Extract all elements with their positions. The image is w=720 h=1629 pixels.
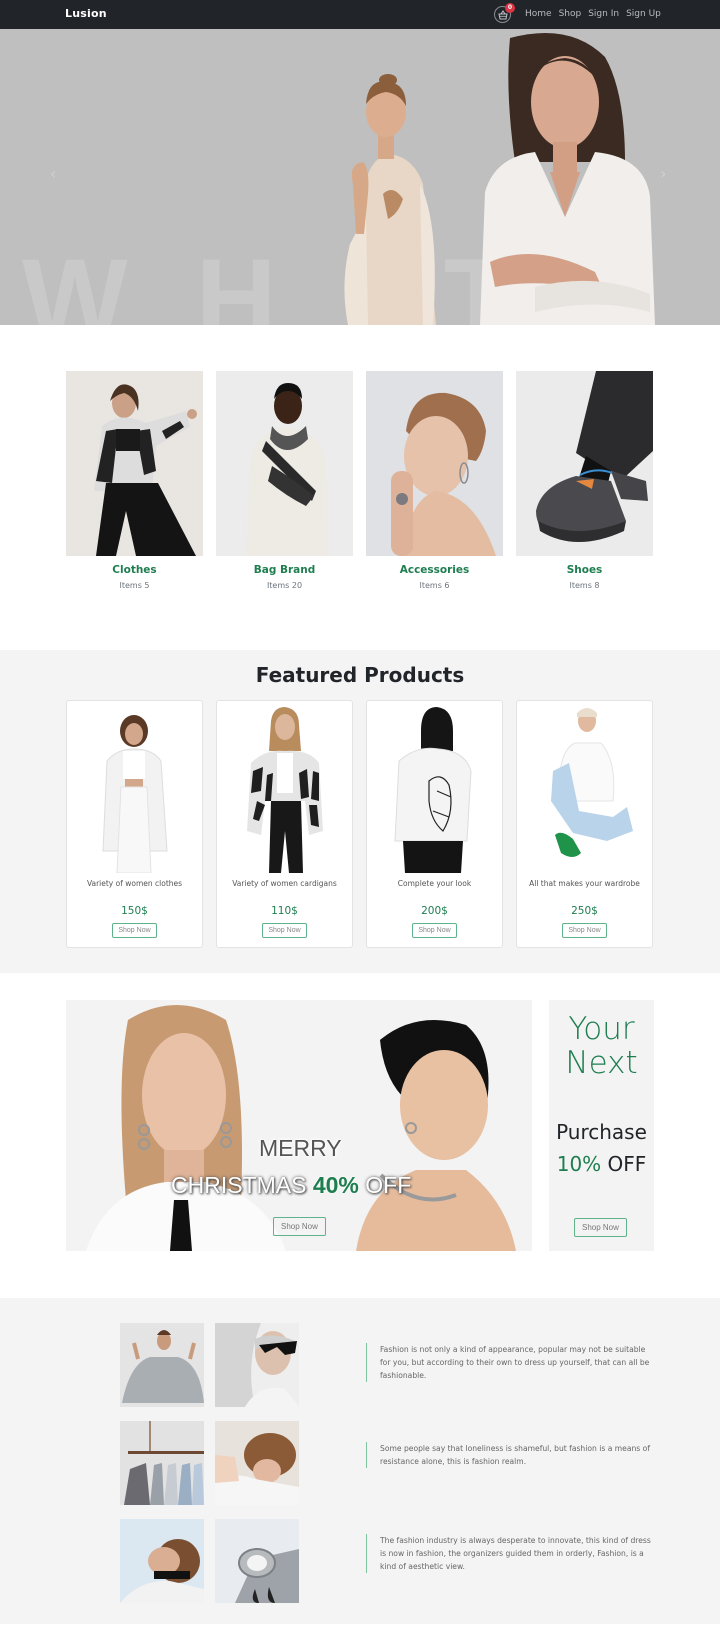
nav-shop[interactable]: Shop	[559, 9, 582, 19]
category-card-clothes[interactable]: Clothes Items 5	[66, 371, 203, 590]
hero-carousel: WHITE ‹ ›	[0, 29, 720, 325]
promo-headline-christmas: CHRISTMAS 40% OFF	[171, 1172, 411, 1199]
carousel-prev-button[interactable]: ‹	[50, 164, 56, 183]
product-price: 250$	[571, 905, 598, 917]
category-title: Bag Brand	[253, 564, 316, 576]
product-description: Variety of women cardigans	[232, 879, 337, 888]
nav-sign-up[interactable]: Sign Up	[626, 9, 661, 19]
category-item-count: Items 20	[266, 581, 303, 590]
category-item-count: Items 5	[119, 581, 150, 590]
promo-discount: 40%	[312, 1172, 359, 1198]
nav-links: Home Shop Sign In Sign Up	[525, 9, 661, 19]
hero-model-image-right	[480, 32, 655, 325]
gallery-image	[215, 1323, 299, 1407]
category-card-accessories[interactable]: Accessories Items 6	[366, 371, 503, 590]
category-image	[516, 371, 653, 556]
product-price: 110$	[271, 905, 298, 917]
category-title: Accessories	[399, 564, 470, 576]
cart-count-badge: 0	[505, 3, 515, 13]
product-card: Variety of women cardigans 110$ Shop Now	[216, 700, 353, 948]
product-image	[67, 701, 202, 873]
product-image	[517, 701, 652, 873]
offer-discount: 10% OFF	[549, 1152, 654, 1176]
product-card: All that makes your wardrobe 250$ Shop N…	[516, 700, 653, 948]
fashion-quote: Fashion is not only a kind of appearance…	[366, 1343, 656, 1382]
product-description: All that makes your wardrobe	[529, 879, 640, 888]
product-description: Complete your look	[397, 879, 472, 888]
chevron-left-icon: ‹	[50, 164, 57, 183]
product-image	[217, 701, 352, 873]
promo-headline-merry: MERRY	[259, 1135, 342, 1161]
carousel-next-button[interactable]: ›	[660, 164, 666, 183]
category-item-count: Items 6	[419, 581, 450, 590]
offer-shop-now-button[interactable]: Shop Now	[574, 1218, 627, 1237]
offer-discount-value: 10%	[556, 1152, 602, 1176]
promo-models-image	[86, 1005, 516, 1251]
featured-products-title: Featured Products	[255, 663, 465, 687]
product-card: Variety of women clothes 150$ Shop Now	[66, 700, 203, 948]
promo-off-text: OFF	[358, 1172, 412, 1198]
promo-shop-now-button[interactable]: Shop Now	[273, 1217, 326, 1236]
offer-headline: Your Next	[549, 1012, 654, 1080]
shop-now-button[interactable]: Shop Now	[262, 923, 307, 938]
gallery-image	[120, 1323, 204, 1407]
featured-products-section: Featured Products Variety of women cloth…	[0, 650, 720, 973]
category-image	[216, 371, 353, 556]
fashion-quote: Some people say that loneliness is shame…	[366, 1442, 656, 1468]
category-title: Shoes	[566, 564, 603, 576]
fashion-quote: The fashion industry is always desperate…	[366, 1534, 656, 1573]
offer-line-purchase: Purchase	[556, 1120, 647, 1144]
fashion-quotes-section: Fashion is not only a kind of appearance…	[0, 1298, 720, 1624]
gallery-image	[120, 1519, 204, 1603]
category-item-count: Items 8	[569, 581, 600, 590]
hero-model-image-left	[344, 74, 436, 325]
shop-now-button[interactable]: Shop Now	[412, 923, 457, 938]
category-image	[66, 371, 203, 556]
product-image	[367, 701, 502, 873]
nav-sign-in[interactable]: Sign In	[588, 9, 619, 19]
brand-logo[interactable]: Lusion	[65, 7, 107, 20]
chevron-right-icon: ›	[660, 164, 667, 183]
gallery-image	[215, 1421, 299, 1505]
navbar: Lusion 0 Home Shop Sign In Sign Up	[0, 0, 720, 29]
shop-now-button[interactable]: Shop Now	[112, 923, 157, 938]
product-price: 150$	[121, 905, 148, 917]
category-card-bag-brand[interactable]: Bag Brand Items 20	[216, 371, 353, 590]
product-description: Variety of women clothes	[86, 879, 183, 888]
nav-home[interactable]: Home	[525, 9, 552, 19]
next-purchase-offer: Your Next Purchase 10% OFF Shop Now	[549, 1000, 654, 1251]
category-image	[366, 371, 503, 556]
category-card-shoes[interactable]: Shoes Items 8	[516, 371, 653, 590]
gallery-image	[215, 1519, 299, 1603]
gallery-image	[120, 1421, 204, 1505]
offer-line-your: Your	[568, 1011, 635, 1047]
offer-off-text: OFF	[601, 1152, 647, 1176]
shop-now-button[interactable]: Shop Now	[562, 923, 607, 938]
offer-line-next: Next	[565, 1045, 638, 1081]
product-card: Complete your look 200$ Shop Now	[366, 700, 503, 948]
product-price: 200$	[421, 905, 448, 917]
christmas-sale-banner: MERRY CHRISTMAS 40% OFF Shop Now	[66, 1000, 532, 1251]
promo-christmas-text: CHRISTMAS	[171, 1172, 313, 1198]
category-title: Clothes	[112, 564, 157, 576]
